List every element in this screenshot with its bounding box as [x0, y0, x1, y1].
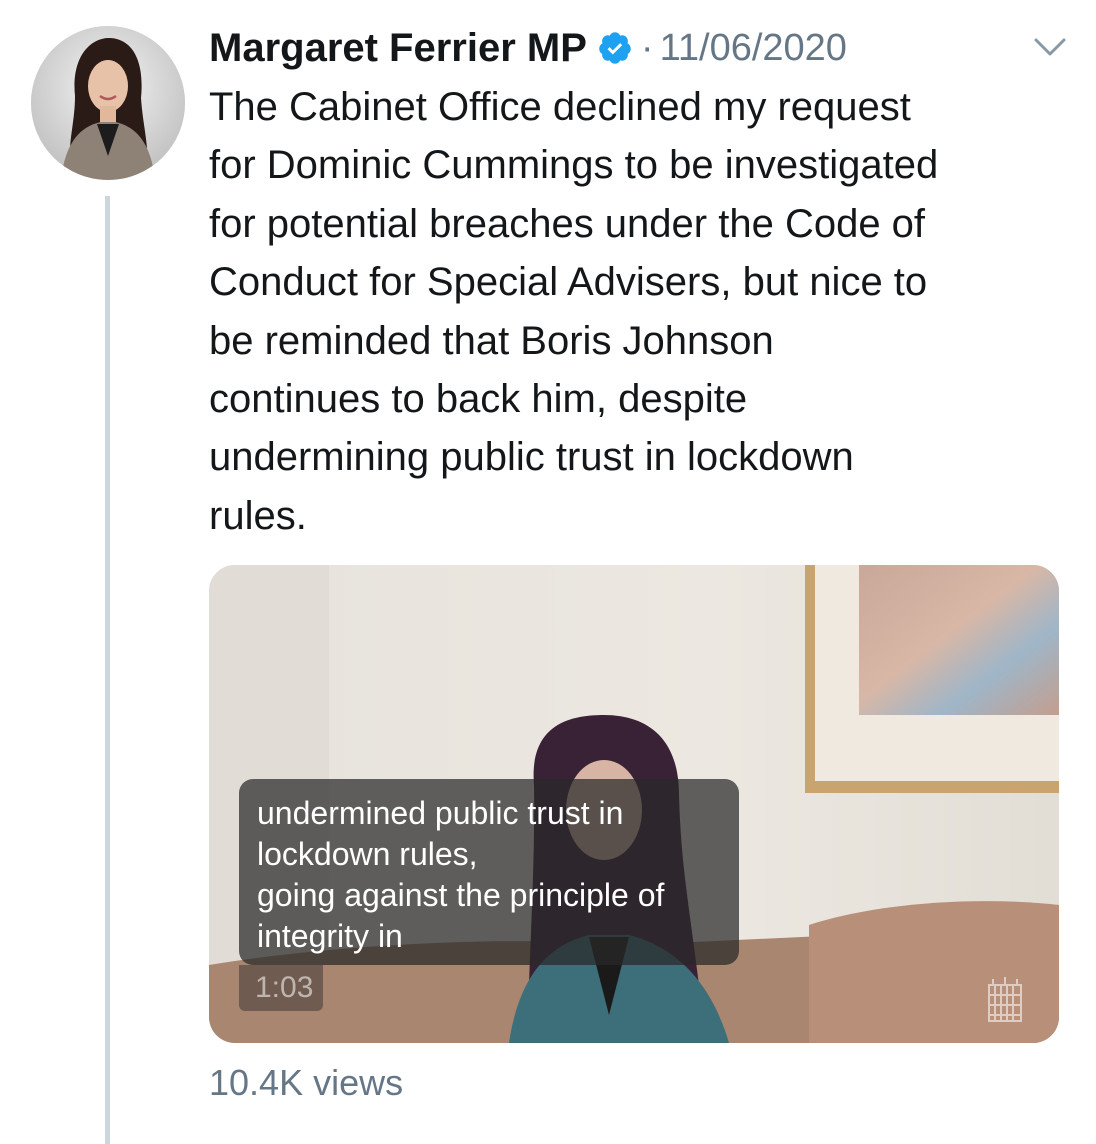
tweet-text-line: Conduct for Special Advisers, but nice t…: [209, 260, 928, 305]
tweet-text-line: continues to back him, despite: [209, 377, 748, 422]
author-name[interactable]: Margaret Ferrier MP: [209, 26, 587, 71]
video-player[interactable]: undermined public trust in lockdown rule…: [209, 565, 1059, 1043]
video-duration: 1:03: [239, 965, 324, 1011]
tweet-text: The Cabinet Office declined my request f…: [209, 78, 1071, 545]
caption-line: going against the principle of: [257, 877, 665, 913]
tweet-text-line: for Dominic Cummings to be investigated: [209, 143, 939, 188]
tweet-text-line: undermining public trust in lockdown: [209, 435, 854, 480]
tweet-text-line: be reminded that Boris Johnson: [209, 318, 774, 363]
tweet-date[interactable]: 11/06/2020: [660, 27, 847, 70]
verified-badge-icon: [597, 30, 633, 66]
caption-line: lockdown rules,: [257, 836, 478, 872]
portcullis-icon: [985, 975, 1025, 1025]
chevron-down-icon[interactable]: [1030, 32, 1070, 62]
tweet-header: Margaret Ferrier MP · 11/06/2020: [209, 18, 1069, 78]
tweet-text-line: rules.: [209, 493, 307, 538]
video-captions: undermined public trust in lockdown rule…: [239, 779, 739, 965]
thread-line: [105, 196, 110, 1144]
author-avatar[interactable]: [31, 26, 185, 180]
caption-line: undermined public trust in: [257, 795, 624, 831]
view-count: 10.4K views: [209, 1062, 404, 1103]
avatar-photo: [31, 26, 185, 180]
separator-dot: ·: [640, 26, 654, 69]
tweet-text-line: for potential breaches under the Code of: [209, 201, 926, 246]
caption-line: integrity in: [257, 918, 403, 954]
tweet-text-line: The Cabinet Office declined my request: [209, 85, 911, 129]
